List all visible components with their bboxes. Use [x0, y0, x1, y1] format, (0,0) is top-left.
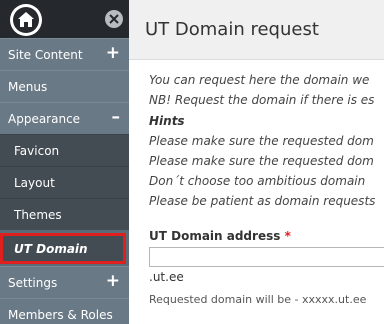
- sidebar-item-label: Site Content: [8, 48, 83, 62]
- page-title: UT Domain request: [145, 19, 319, 40]
- sidebar-item-label: Appearance: [8, 112, 81, 126]
- home-button[interactable]: [10, 4, 42, 36]
- hint-line: Please be patient as domain requests: [149, 194, 376, 208]
- expand-icon[interactable]: +: [106, 271, 120, 291]
- main-content: UT Domain request You can request here t…: [129, 0, 384, 324]
- hint-line: Don´t choose too ambitious domain: [149, 174, 366, 188]
- expand-icon[interactable]: +: [106, 43, 120, 63]
- sidebar-item-members-roles[interactable]: Members & Roles: [0, 298, 129, 324]
- intro-text: You can request here the domain we: [149, 73, 370, 87]
- sidebar-item-appearance[interactable]: Appearance –: [0, 102, 129, 134]
- intro-note: NB! Request the domain if there is es: [149, 93, 375, 107]
- home-icon: [18, 12, 34, 27]
- sidebar-header: [0, 0, 129, 38]
- domain-suffix: .ut.ee: [149, 270, 184, 284]
- hint-line: Please make sure the requested dom: [149, 134, 374, 148]
- sidebar-item-settings[interactable]: Settings +: [0, 266, 129, 298]
- sidebar-item-menus[interactable]: Menus: [0, 70, 129, 102]
- sidebar-subitem-label: Favicon: [14, 144, 60, 158]
- sidebar-subitem-themes[interactable]: Themes: [0, 198, 129, 230]
- domain-field-label: UT Domain address *: [149, 229, 291, 243]
- sidebar-item-label: Members & Roles: [8, 308, 113, 322]
- domain-address-input[interactable]: [149, 247, 384, 267]
- sidebar-subitem-label: UT Domain: [14, 242, 88, 256]
- close-sidebar-button[interactable]: [105, 10, 123, 28]
- sidebar-subitem-ut-domain[interactable]: UT Domain: [0, 233, 126, 264]
- sidebar-item-label: Settings: [8, 276, 58, 290]
- sidebar-subitem-label: Themes: [14, 208, 62, 222]
- collapse-icon[interactable]: –: [112, 107, 121, 127]
- domain-field-description: Requested domain will be - xxxxx.ut.ee: [149, 293, 367, 306]
- domain-field-label-text: UT Domain address: [149, 229, 281, 243]
- hints-heading: Hints: [149, 114, 185, 128]
- sidebar-subitem-favicon[interactable]: Favicon: [0, 134, 129, 166]
- hint-line: Please make sure the requested dom: [149, 154, 374, 168]
- page-header: UT Domain request: [129, 0, 384, 60]
- sidebar-item-site-content[interactable]: Site Content +: [0, 38, 129, 70]
- sidebar-item-label: Menus: [8, 80, 48, 94]
- sidebar: Site Content + Menus Appearance – Favico…: [0, 0, 129, 324]
- sidebar-subitem-layout[interactable]: Layout: [0, 166, 129, 198]
- required-mark: *: [284, 229, 291, 243]
- close-icon: [109, 14, 119, 24]
- sidebar-subitem-label: Layout: [14, 176, 55, 190]
